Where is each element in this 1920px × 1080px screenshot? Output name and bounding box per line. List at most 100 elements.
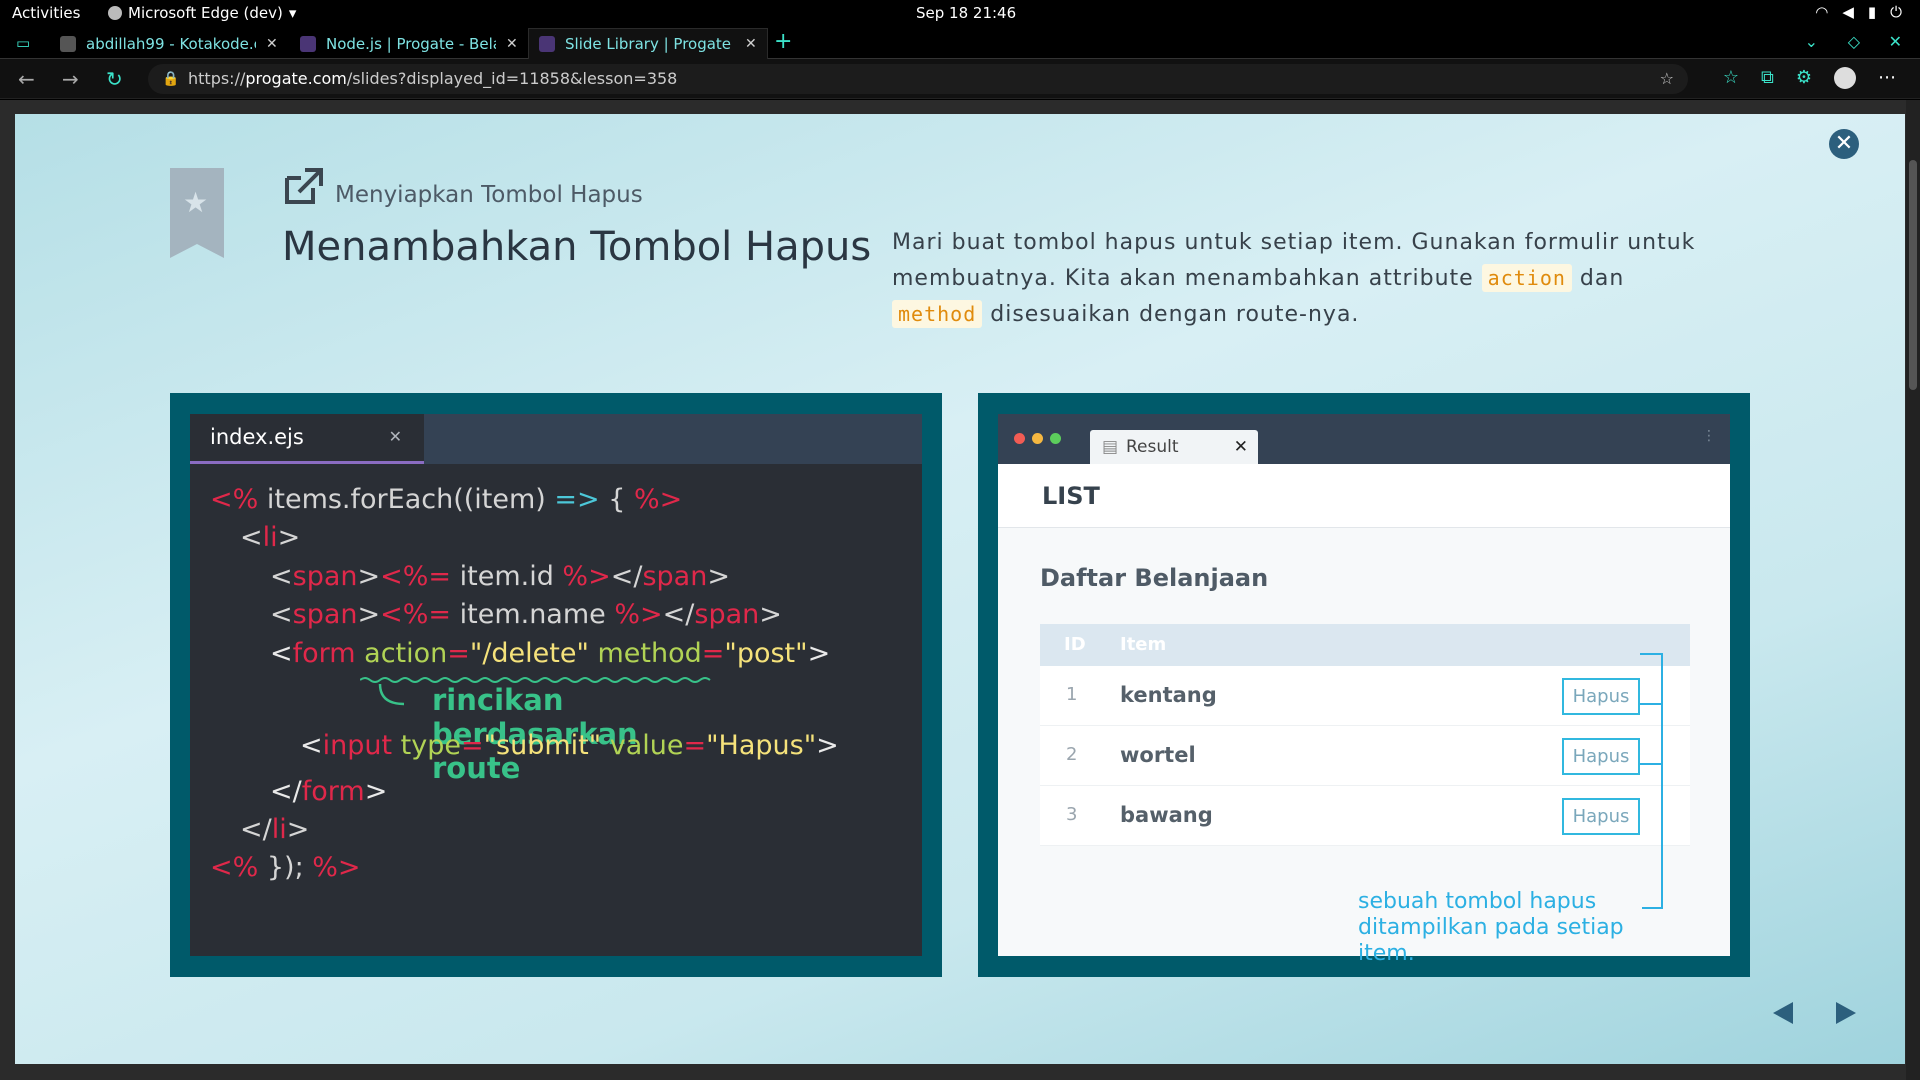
file-tab[interactable]: index.ejs ✕: [190, 414, 424, 464]
favorites-icon[interactable]: ☆: [1723, 67, 1739, 89]
star-icon: ★: [183, 186, 209, 219]
system-tray[interactable]: ◠ ◀ ▮ ⏻: [1815, 3, 1902, 21]
kebab-menu-icon[interactable]: ⋮: [1702, 428, 1716, 444]
minimize-icon[interactable]: ◇: [1848, 32, 1860, 51]
result-panel: ▤ Result ✕ ⋮ LIST Daftar Belanjaan ID It…: [978, 393, 1750, 977]
tab-actions-icon[interactable]: ▭: [16, 34, 30, 52]
close-window-icon[interactable]: ✕: [1889, 32, 1902, 51]
file-tab-label: index.ejs: [210, 425, 304, 449]
tab-title: Slide Library | Progate - Be: [565, 35, 735, 53]
new-tab-icon[interactable]: +: [774, 29, 792, 54]
profile-avatar[interactable]: [1834, 67, 1856, 89]
row-name: kentang: [1120, 683, 1217, 707]
delete-button[interactable]: Hapus: [1562, 678, 1640, 715]
close-result-icon[interactable]: ✕: [1234, 430, 1248, 464]
window-maximize-dot[interactable]: [1050, 433, 1061, 444]
toolbar-icons: ☆ ⧉ ⚙ ⋯: [1723, 67, 1896, 89]
code-line-3: <span><%= item.id %></span>: [270, 561, 730, 592]
close-tab-icon[interactable]: ✕: [745, 36, 757, 52]
row-id: 2: [1066, 744, 1078, 765]
row-id: 3: [1066, 804, 1078, 825]
result-tab[interactable]: ▤ Result ✕: [1090, 430, 1258, 464]
desc-text: disesuaikan dengan route-nya.: [982, 302, 1360, 327]
tab-list-chevron-icon[interactable]: ⌄: [1805, 32, 1818, 51]
browser-tab-strip: ▭ abdillah99 - Kotakode.com ✕ Node.js | …: [0, 27, 1920, 59]
desc-text: dan: [1571, 266, 1625, 291]
system-top-bar: Activities Microsoft Edge (dev) ▾ Sep 18…: [0, 0, 1920, 27]
url-path: /slides?displayed_id=11858&lesson=358: [346, 69, 678, 88]
slide-description: Mari buat tombol hapus untuk setiap item…: [892, 225, 1702, 333]
edge-icon: [108, 6, 122, 20]
delete-button[interactable]: Hapus: [1562, 738, 1640, 775]
forward-icon[interactable]: →: [62, 67, 79, 91]
close-tab-icon[interactable]: ✕: [266, 36, 278, 52]
code-line-2: <li>: [240, 522, 301, 553]
row-name: wortel: [1120, 743, 1196, 767]
url-protocol: https://: [188, 69, 246, 88]
tab-slide-library[interactable]: Slide Library | Progate - Be ✕: [528, 28, 768, 59]
close-file-icon[interactable]: ✕: [389, 414, 402, 460]
url-host: progate.com: [245, 69, 347, 88]
code-panel: index.ejs ✕ <% items.forEach((item) => { …: [170, 393, 942, 977]
table-row: 3 bawang Hapus: [1040, 786, 1690, 846]
volume-icon: ◀: [1842, 3, 1854, 21]
more-menu-icon[interactable]: ⋯: [1878, 67, 1896, 89]
result-window-titlebar: ▤ Result ✕ ⋮: [998, 414, 1730, 464]
previous-slide-icon[interactable]: [1771, 1000, 1797, 1026]
bookmark-icon[interactable]: ★: [170, 168, 224, 258]
wifi-icon: ◠: [1815, 3, 1829, 21]
close-slide-button[interactable]: ✕: [1829, 129, 1859, 159]
row-name: bawang: [1120, 803, 1213, 827]
battery-icon: ▮: [1867, 3, 1877, 21]
code-line-8: </li>: [240, 814, 310, 845]
code-editor: index.ejs ✕ <% items.forEach((item) => { …: [190, 414, 922, 956]
kotakode-favicon-icon: [60, 35, 76, 52]
back-icon[interactable]: ←: [18, 67, 35, 91]
shopping-table: ID Item 1 kentang Hapus 2 wortel Hapus 3…: [1040, 624, 1690, 846]
activities-button[interactable]: Activities: [12, 4, 80, 22]
app-header: LIST: [998, 464, 1730, 528]
reload-icon[interactable]: ↻: [106, 67, 123, 91]
chevron-down-icon: ▾: [288, 4, 297, 22]
tab-kotakode[interactable]: abdillah99 - Kotakode.com ✕: [50, 28, 288, 59]
editor-tab-bar: index.ejs ✕: [190, 414, 922, 464]
scroll-thumb[interactable]: [1909, 160, 1917, 390]
code-line-9: <% }); %>: [210, 852, 361, 883]
progate-favicon-icon: [539, 36, 555, 52]
table-header: ID Item: [1040, 624, 1690, 666]
delete-button[interactable]: Hapus: [1562, 798, 1640, 835]
app-menu[interactable]: Microsoft Edge (dev) ▾: [108, 4, 296, 22]
power-icon: ⏻: [1890, 3, 1902, 21]
code-line-1: <% items.forEach((item) => { %>: [210, 484, 683, 515]
column-header-id: ID: [1064, 634, 1086, 655]
tab-nodejs[interactable]: Node.js | Progate - Belajar ✕: [290, 28, 528, 59]
tab-title: Node.js | Progate - Belajar: [326, 34, 496, 53]
page-scrollbar[interactable]: [1906, 100, 1920, 1080]
close-tab-icon[interactable]: ✕: [506, 36, 518, 52]
code-chip-action: action: [1481, 264, 1572, 292]
result-tab-label: Result: [1126, 437, 1179, 457]
next-slide-icon[interactable]: [1832, 1000, 1858, 1026]
external-link-icon[interactable]: [283, 166, 325, 206]
extensions-icon[interactable]: ⚙: [1796, 67, 1812, 89]
app-name: Microsoft Edge (dev): [128, 4, 283, 22]
file-icon: ▤: [1102, 437, 1119, 457]
window-minimize-dot[interactable]: [1032, 433, 1043, 444]
row-id: 1: [1066, 684, 1078, 705]
window-close-dot[interactable]: [1014, 433, 1025, 444]
clock[interactable]: Sep 18 21:46: [916, 4, 1016, 22]
annotation-note: sebuah tombol hapus ditampilkan pada set…: [1358, 889, 1624, 966]
list-title: Daftar Belanjaan: [1040, 564, 1269, 592]
slide-title: Menambahkan Tombol Hapus: [282, 224, 872, 270]
table-row: 1 kentang Hapus: [1040, 666, 1690, 726]
progate-favicon-icon: [300, 35, 316, 52]
code-chip-method: method: [892, 300, 983, 328]
collections-icon[interactable]: ⧉: [1761, 67, 1774, 89]
code-line-7: </form>: [270, 776, 388, 807]
address-input[interactable]: 🔒 https://progate.com/slides?displayed_i…: [148, 64, 1688, 94]
tab-title: abdillah99 - Kotakode.com: [86, 34, 256, 53]
favorite-star-icon[interactable]: ☆: [1660, 64, 1674, 94]
slide-subtitle: Menyiapkan Tombol Hapus: [335, 182, 643, 208]
table-row: 2 wortel Hapus: [1040, 726, 1690, 786]
lock-icon: 🔒: [162, 71, 180, 87]
